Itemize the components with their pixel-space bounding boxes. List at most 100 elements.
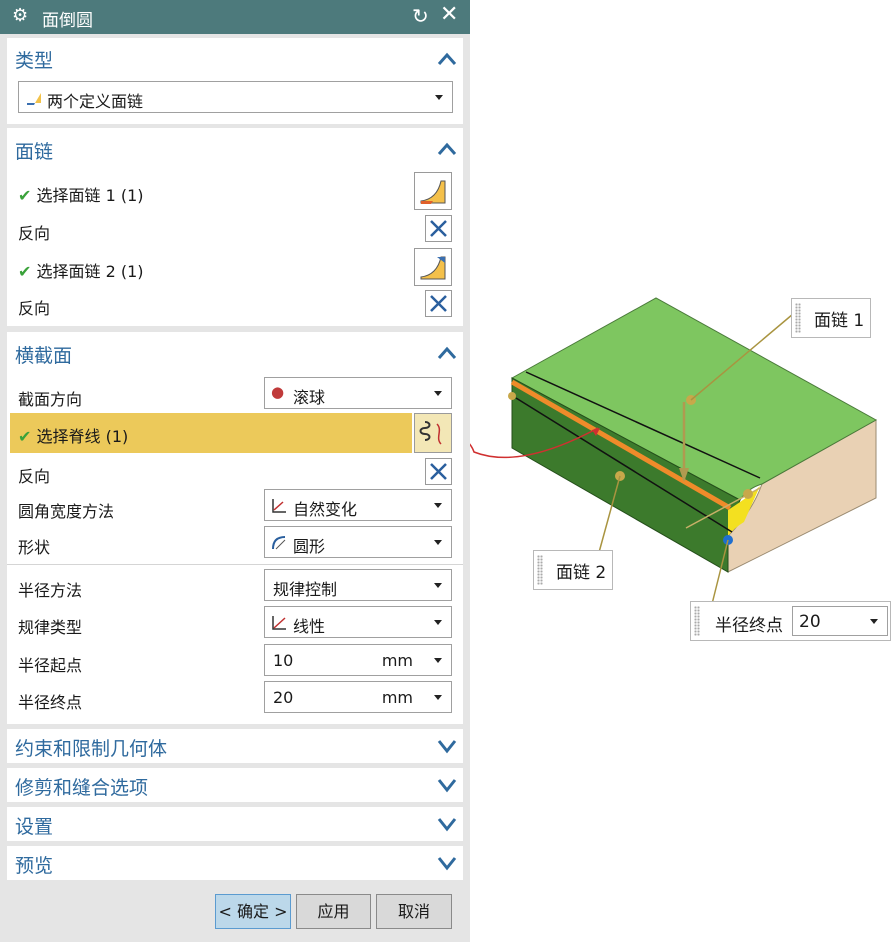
check-icon: ✔: [18, 262, 32, 281]
radius-end-callout-label: 半径终点: [715, 616, 783, 636]
section-type: 类型 两个定义面链: [7, 38, 463, 124]
radius-method-label: 半径方法: [18, 581, 83, 600]
reverse-1-button[interactable]: [425, 215, 452, 242]
face-chain-2-select-button[interactable]: [414, 248, 452, 286]
chevron-up-icon[interactable]: [435, 140, 459, 158]
natural-variation-icon: [272, 499, 286, 513]
reverse-spine-label: 反向: [18, 467, 51, 486]
radius-end-field[interactable]: 20 mm: [264, 681, 452, 713]
cancel-button[interactable]: 取消: [376, 894, 452, 929]
reverse-direction-icon: [430, 463, 447, 480]
ok-button[interactable]: < 确定 >: [215, 894, 291, 929]
chevron-down-icon[interactable]: [435, 815, 459, 833]
section-settings[interactable]: 设置: [7, 807, 463, 841]
endpoint-handle[interactable]: [508, 392, 516, 400]
width-method-value: 自然变化: [293, 500, 358, 519]
dropdown-arrow-icon: [434, 620, 442, 625]
radius-end-callout-field[interactable]: 20: [792, 606, 888, 636]
reverse-2-button[interactable]: [425, 290, 452, 317]
dialog-title: 面倒圆: [42, 11, 93, 31]
gear-icon[interactable]: ⚙: [12, 5, 28, 26]
chevron-up-icon[interactable]: [435, 344, 459, 362]
section-preview[interactable]: 预览: [7, 846, 463, 880]
select-face-chain-2-label: 选择面链 2 (1): [36, 262, 144, 281]
spine-select-button[interactable]: [414, 413, 452, 453]
reverse-direction-icon: [430, 295, 447, 312]
width-method-label: 圆角宽度方法: [18, 502, 115, 521]
dropdown-arrow-icon: [870, 619, 878, 624]
chevron-down-icon[interactable]: [435, 854, 459, 872]
select-face-chain-2[interactable]: ✔ 选择面链 2 (1): [18, 258, 144, 282]
linear-law-icon: [272, 616, 286, 630]
section-preview-title: 预览: [15, 855, 54, 877]
face-chain-2-callout-text: 面链 2: [556, 563, 607, 583]
radius-start-label: 半径起点: [18, 656, 83, 675]
dropdown-arrow-icon: [434, 583, 442, 588]
rolling-ball-icon: ●: [271, 383, 285, 401]
select-face-chain-1-label: 选择面链 1 (1): [36, 186, 144, 205]
reverse-direction-icon: [430, 220, 447, 237]
face-chain-1-callout[interactable]: 面链 1: [791, 298, 871, 338]
shape-label: 形状: [18, 538, 51, 557]
dropdown-arrow-icon: [435, 95, 443, 100]
graphics-viewport[interactable]: [470, 0, 892, 942]
section-constraints[interactable]: 约束和限制几何体: [7, 729, 463, 763]
face-chain-1-select-button[interactable]: [414, 172, 452, 210]
dropdown-arrow-icon: [434, 658, 442, 663]
chevron-down-icon[interactable]: [435, 776, 459, 794]
chevron-up-icon[interactable]: [435, 50, 459, 68]
section-direction-dropdown[interactable]: ● 滚球: [264, 377, 452, 409]
radius-start-field[interactable]: 10 mm: [264, 644, 452, 676]
check-icon: ✔: [18, 186, 32, 205]
radius-start-unit[interactable]: mm: [382, 651, 413, 670]
select-spine-label: 选择脊线 (1): [36, 427, 129, 446]
radius-end-label: 半径终点: [18, 693, 83, 712]
face-chain-2-callout[interactable]: 面链 2: [533, 550, 613, 590]
apply-button[interactable]: 应用: [296, 894, 371, 929]
radius-end-value: 20: [273, 688, 294, 707]
type-dropdown[interactable]: 两个定义面链: [18, 81, 453, 113]
dropdown-arrow-icon: [434, 695, 442, 700]
section-cross-section-title[interactable]: 横截面: [15, 341, 72, 368]
face-chain-1-callout-text: 面链 1: [814, 311, 865, 331]
select-face-chain-1[interactable]: ✔ 选择面链 1 (1): [18, 182, 144, 206]
dropdown-arrow-icon: [434, 503, 442, 508]
circular-shape-icon: [272, 536, 286, 550]
shape-dropdown[interactable]: 圆形: [264, 526, 452, 558]
section-direction-value: 滚球: [293, 388, 326, 407]
close-icon[interactable]: ✕: [440, 2, 458, 27]
reverse-spine-button[interactable]: [425, 458, 452, 485]
section-settings-title: 设置: [15, 816, 54, 838]
law-type-dropdown[interactable]: 线性: [264, 606, 452, 638]
curve-select-icon: [419, 421, 442, 445]
chevron-down-icon[interactable]: [435, 737, 459, 755]
endpoint-handle[interactable]: [743, 489, 753, 499]
select-spine-text: ✔ 选择脊线 (1): [18, 423, 128, 447]
width-method-dropdown[interactable]: 自然变化: [264, 489, 452, 521]
face-select-icon: [420, 256, 446, 280]
reverse-2-label: 反向: [18, 299, 51, 318]
reverse-1-label: 反向: [18, 224, 51, 243]
section-trim[interactable]: 修剪和缝合选项: [7, 768, 463, 802]
dropdown-arrow-icon: [434, 540, 442, 545]
select-spine-row[interactable]: ✔ 选择脊线 (1): [10, 413, 412, 453]
face-blend-dialog: ⚙ 面倒圆 ↻ ✕ 类型 两个定义面链 面链 ✔ 选择面链 1 (1) 反向 ✔…: [0, 0, 470, 942]
drag-grip-icon[interactable]: [795, 303, 801, 333]
section-direction-label: 截面方向: [18, 390, 83, 409]
radius-start-value: 10: [273, 651, 294, 670]
reset-icon[interactable]: ↻: [412, 4, 429, 28]
section-type-title[interactable]: 类型: [15, 46, 53, 73]
shape-value: 圆形: [293, 537, 326, 556]
drag-grip-icon[interactable]: [694, 606, 700, 636]
law-type-value: 线性: [293, 617, 326, 636]
section-face-chain-title[interactable]: 面链: [15, 137, 53, 164]
drag-grip-icon[interactable]: [537, 555, 543, 585]
radius-end-unit[interactable]: mm: [382, 688, 413, 707]
title-bar: ⚙ 面倒圆 ↻ ✕: [0, 0, 470, 34]
radius-end-callout: 半径终点 20: [690, 601, 891, 641]
section-face-chain: 面链 ✔ 选择面链 1 (1) 反向 ✔ 选择面链 2 (1) 反向: [7, 128, 463, 326]
radius-method-value: 规律控制: [273, 580, 338, 599]
law-type-label: 规律类型: [18, 618, 83, 637]
radius-method-dropdown[interactable]: 规律控制: [264, 569, 452, 601]
dropdown-arrow-icon: [434, 391, 442, 396]
